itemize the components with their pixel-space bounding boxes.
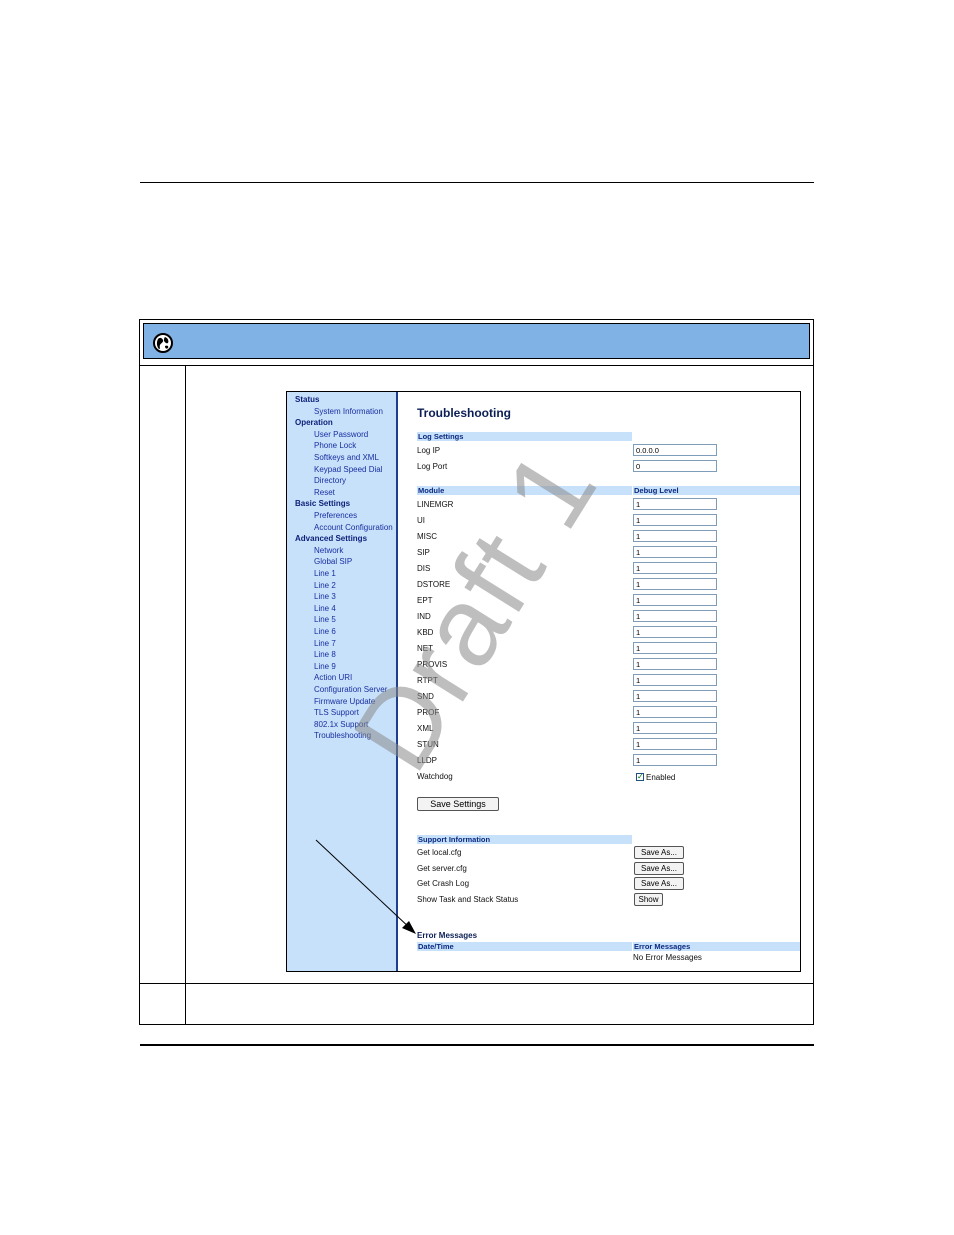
error-messages-column-header: Error Messages [633,942,800,951]
show-button[interactable]: Show [634,892,663,906]
date-time-column-header: Date/Time [417,942,632,951]
debug-level-column-header: Debug Level [633,486,800,495]
module-name: EPT [417,596,433,605]
sidebar-item[interactable]: Line 8 [314,650,336,660]
sidebar-item[interactable]: Status [295,395,319,405]
module-name: PROF [417,708,440,717]
module-name: SND [417,692,434,701]
log-port-input[interactable] [633,460,717,472]
top-rule [140,182,814,183]
sidebar-item[interactable]: Basic Settings [295,499,350,509]
sidebar-item[interactable]: Phone Lock [314,441,356,451]
sidebar-item[interactable]: Keypad Speed Dial [314,465,383,475]
sidebar-item[interactable]: Line 9 [314,662,336,672]
page-title: Troubleshooting [417,406,511,420]
log-port-label: Log Port [417,462,448,471]
debug-level-input[interactable] [633,690,717,702]
sidebar-item[interactable]: Configuration Server [314,685,387,695]
sidebar-item[interactable]: Reset [314,488,335,498]
error-messages-title: Error Messages [417,931,478,940]
globe-icon [153,333,173,353]
debug-level-input[interactable] [633,738,717,750]
save-settings-button[interactable]: Save Settings [417,797,499,811]
table-row-divider [140,365,813,366]
module-name: XML [417,724,434,733]
sidebar-item[interactable]: Line 7 [314,639,336,649]
sidebar-item[interactable]: Line 3 [314,592,336,602]
sidebar-item[interactable]: Network [314,546,343,556]
save-as-button[interactable]: Save As... [634,846,684,859]
troubleshooting-panel: Troubleshooting Log Settings Log IP Log … [400,392,800,971]
sidebar-item[interactable]: Line 2 [314,581,336,591]
sidebar-item[interactable]: Advanced Settings [295,534,367,544]
module-name: LINEMGR [417,500,454,509]
support-item-label: Show Task and Stack Status [417,894,519,904]
log-ip-input[interactable] [633,444,717,456]
sidebar-item[interactable]: Line 4 [314,604,336,614]
debug-level-input[interactable] [633,674,717,686]
debug-level-input[interactable] [633,642,717,654]
sidebar-item[interactable]: Line 6 [314,627,336,637]
table-header-band [143,323,810,359]
sidebar-item[interactable]: Preferences [314,511,357,521]
table-row-divider [140,983,813,984]
watchdog-enabled-label: Enabled [646,773,676,782]
support-item-label: Get server.cfg [417,863,467,873]
module-column-header: Module [417,486,632,495]
watchdog-checkbox[interactable]: ✓ [636,773,644,781]
module-name: IND [417,612,431,621]
bottom-rule [140,1044,814,1046]
module-name: SIP [417,548,430,557]
debug-level-input[interactable] [633,658,717,670]
module-name: NET [417,644,433,653]
debug-level-input[interactable] [633,626,717,638]
sidebar-item[interactable]: Firmware Update [314,697,375,707]
module-name: DIS [417,564,431,573]
sidebar-item[interactable]: Operation [295,418,333,428]
module-name: RTPT [417,676,438,685]
module-name: LLDP [417,756,438,765]
support-item-label: Get local.cfg [417,848,462,857]
module-name: MISC [417,532,437,541]
save-as-button[interactable]: Save As... [634,861,684,875]
sidebar-item[interactable]: User Password [314,430,368,440]
module-name: DSTORE [417,580,451,589]
debug-level-input[interactable] [633,578,717,590]
debug-level-input[interactable] [633,722,717,734]
sidebar-item[interactable]: TLS Support [314,708,359,718]
sidebar-item[interactable]: 802.1x Support [314,720,368,730]
callout-arrow [315,839,416,934]
debug-level-input[interactable] [633,562,717,574]
module-name: PROVIS [417,660,448,669]
sidebar-item[interactable]: Action URI [314,673,352,683]
watchdog-label: Watchdog [417,772,453,781]
sidebar-item[interactable]: Account Configuration [314,523,393,533]
sidebar-item[interactable]: Directory [314,476,346,486]
debug-level-input[interactable] [633,754,717,766]
module-name: STUN [417,740,439,749]
debug-level-input[interactable] [633,610,717,622]
debug-level-input[interactable] [633,530,717,542]
save-as-button[interactable]: Save As... [634,877,684,890]
debug-level-input[interactable] [633,594,717,606]
sidebar-item[interactable]: Line 1 [314,569,336,579]
log-settings-header: Log Settings [417,432,632,441]
module-name: KBD [417,628,434,637]
sidebar-item[interactable]: Softkeys and XML [314,453,379,463]
sidebar-item[interactable]: Line 5 [314,615,336,625]
debug-level-input[interactable] [633,706,717,718]
log-ip-label: Log IP [417,446,441,455]
debug-level-input[interactable] [633,546,717,558]
support-item-label: Get Crash Log [417,879,470,888]
table-column-divider [185,365,186,1025]
no-error-messages-text: No Error Messages [633,953,702,962]
sidebar-item[interactable]: Troubleshooting [314,731,371,741]
module-name: UI [417,516,425,525]
debug-level-input[interactable] [633,514,717,526]
sidebar-item[interactable]: System Information [314,407,383,417]
debug-level-input[interactable] [633,498,717,510]
support-information-header: Support Information [417,835,632,844]
sidebar-item[interactable]: Global SIP [314,557,352,567]
